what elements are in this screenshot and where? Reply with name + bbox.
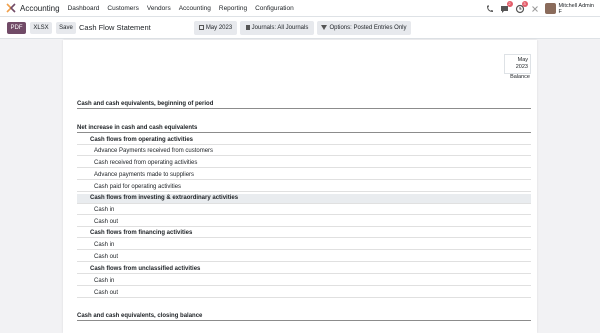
phone-icon[interactable]	[485, 4, 495, 14]
report-line[interactable]: Cash out	[77, 218, 531, 227]
menu-dashboard[interactable]: Dashboard	[68, 5, 100, 12]
balance-label: Balance	[510, 74, 530, 80]
period-column-header[interactable]: May 2023	[504, 54, 531, 74]
report-line[interactable]: Cash paid for operating activities	[77, 183, 531, 192]
report-line[interactable]: Cash in	[77, 277, 531, 286]
activity-icon[interactable]: 3	[515, 0, 528, 14]
period-year: 2023	[515, 64, 528, 70]
report-line[interactable]: Cash in	[77, 241, 531, 250]
control-panel: PDF XLSX Save Cash Flow Statement May 20…	[0, 17, 600, 39]
journals-filter-button[interactable]: Journals: All Journals	[240, 21, 314, 35]
navbar-systray: 2 3 Mitchell Admin F	[485, 0, 600, 17]
app-name[interactable]: Accounting	[20, 4, 60, 13]
menu-reporting[interactable]: Reporting	[219, 5, 247, 12]
report-line[interactable]: Cash received from operating activities	[77, 159, 531, 168]
calendar-icon	[198, 24, 204, 30]
date-filter-label: May 2023	[205, 25, 233, 31]
chat-badge: 2	[506, 0, 513, 7]
book-icon	[245, 24, 250, 30]
date-filter-button[interactable]: May 2023	[194, 21, 237, 35]
report-line-operating[interactable]: Cash flows from operating activities	[77, 136, 531, 145]
options-filter-label: Options: Posted Entries Only	[329, 25, 407, 31]
report-line-unclassified[interactable]: Cash flows from unclassified activities	[77, 265, 531, 274]
report-line[interactable]: Advance payments made to suppliers	[77, 171, 531, 180]
report-line[interactable]: Cash in	[77, 206, 531, 215]
user-company: F	[558, 8, 562, 15]
xlsx-button[interactable]: XLSX	[30, 22, 52, 34]
funnel-icon	[321, 24, 328, 30]
report-line-opening[interactable]: Cash and cash equivalents, beginning of …	[77, 100, 531, 109]
report-line[interactable]: Advance Payments received from customers	[77, 147, 531, 156]
period-month: May	[517, 57, 528, 63]
user-name: Mitchell Admin	[558, 2, 594, 9]
avatar[interactable]	[544, 3, 556, 14]
main-menu: Dashboard Customers Vendors Accounting R…	[68, 5, 302, 12]
save-button[interactable]: Save	[56, 22, 76, 34]
report-line-financing[interactable]: Cash flows from financing activities	[77, 229, 531, 238]
accounting-app-icon[interactable]	[6, 3, 16, 13]
report-line-closing[interactable]: Cash and cash equivalents, closing balan…	[77, 312, 531, 321]
report-sheet: May 2023 Balance Cash and cash equivalen…	[63, 40, 537, 333]
top-navbar: Accounting Dashboard Customers Vendors A…	[0, 0, 600, 17]
menu-accounting[interactable]: Accounting	[179, 5, 211, 12]
user-menu[interactable]: Mitchell Admin F	[559, 3, 594, 15]
report-line-investing[interactable]: Cash flows from investing & extraordinar…	[77, 194, 531, 204]
activity-badge: 3	[521, 0, 528, 7]
journals-filter-label: Journals: All Journals	[251, 25, 309, 31]
page-title: Cash Flow Statement	[79, 23, 151, 32]
report-line-net-increase[interactable]: Net increase in cash and cash equivalent…	[77, 124, 531, 133]
menu-configuration[interactable]: Configuration	[255, 5, 294, 12]
chat-icon[interactable]: 2	[500, 0, 513, 14]
close-icon[interactable]	[530, 4, 540, 14]
menu-customers[interactable]: Customers	[107, 5, 138, 12]
menu-vendors[interactable]: Vendors	[147, 5, 171, 12]
pdf-button[interactable]: PDF	[7, 22, 26, 34]
report-line[interactable]: Cash out	[77, 253, 531, 262]
report-line[interactable]: Cash out	[77, 289, 531, 298]
options-filter-button[interactable]: Options: Posted Entries Only	[317, 21, 411, 35]
